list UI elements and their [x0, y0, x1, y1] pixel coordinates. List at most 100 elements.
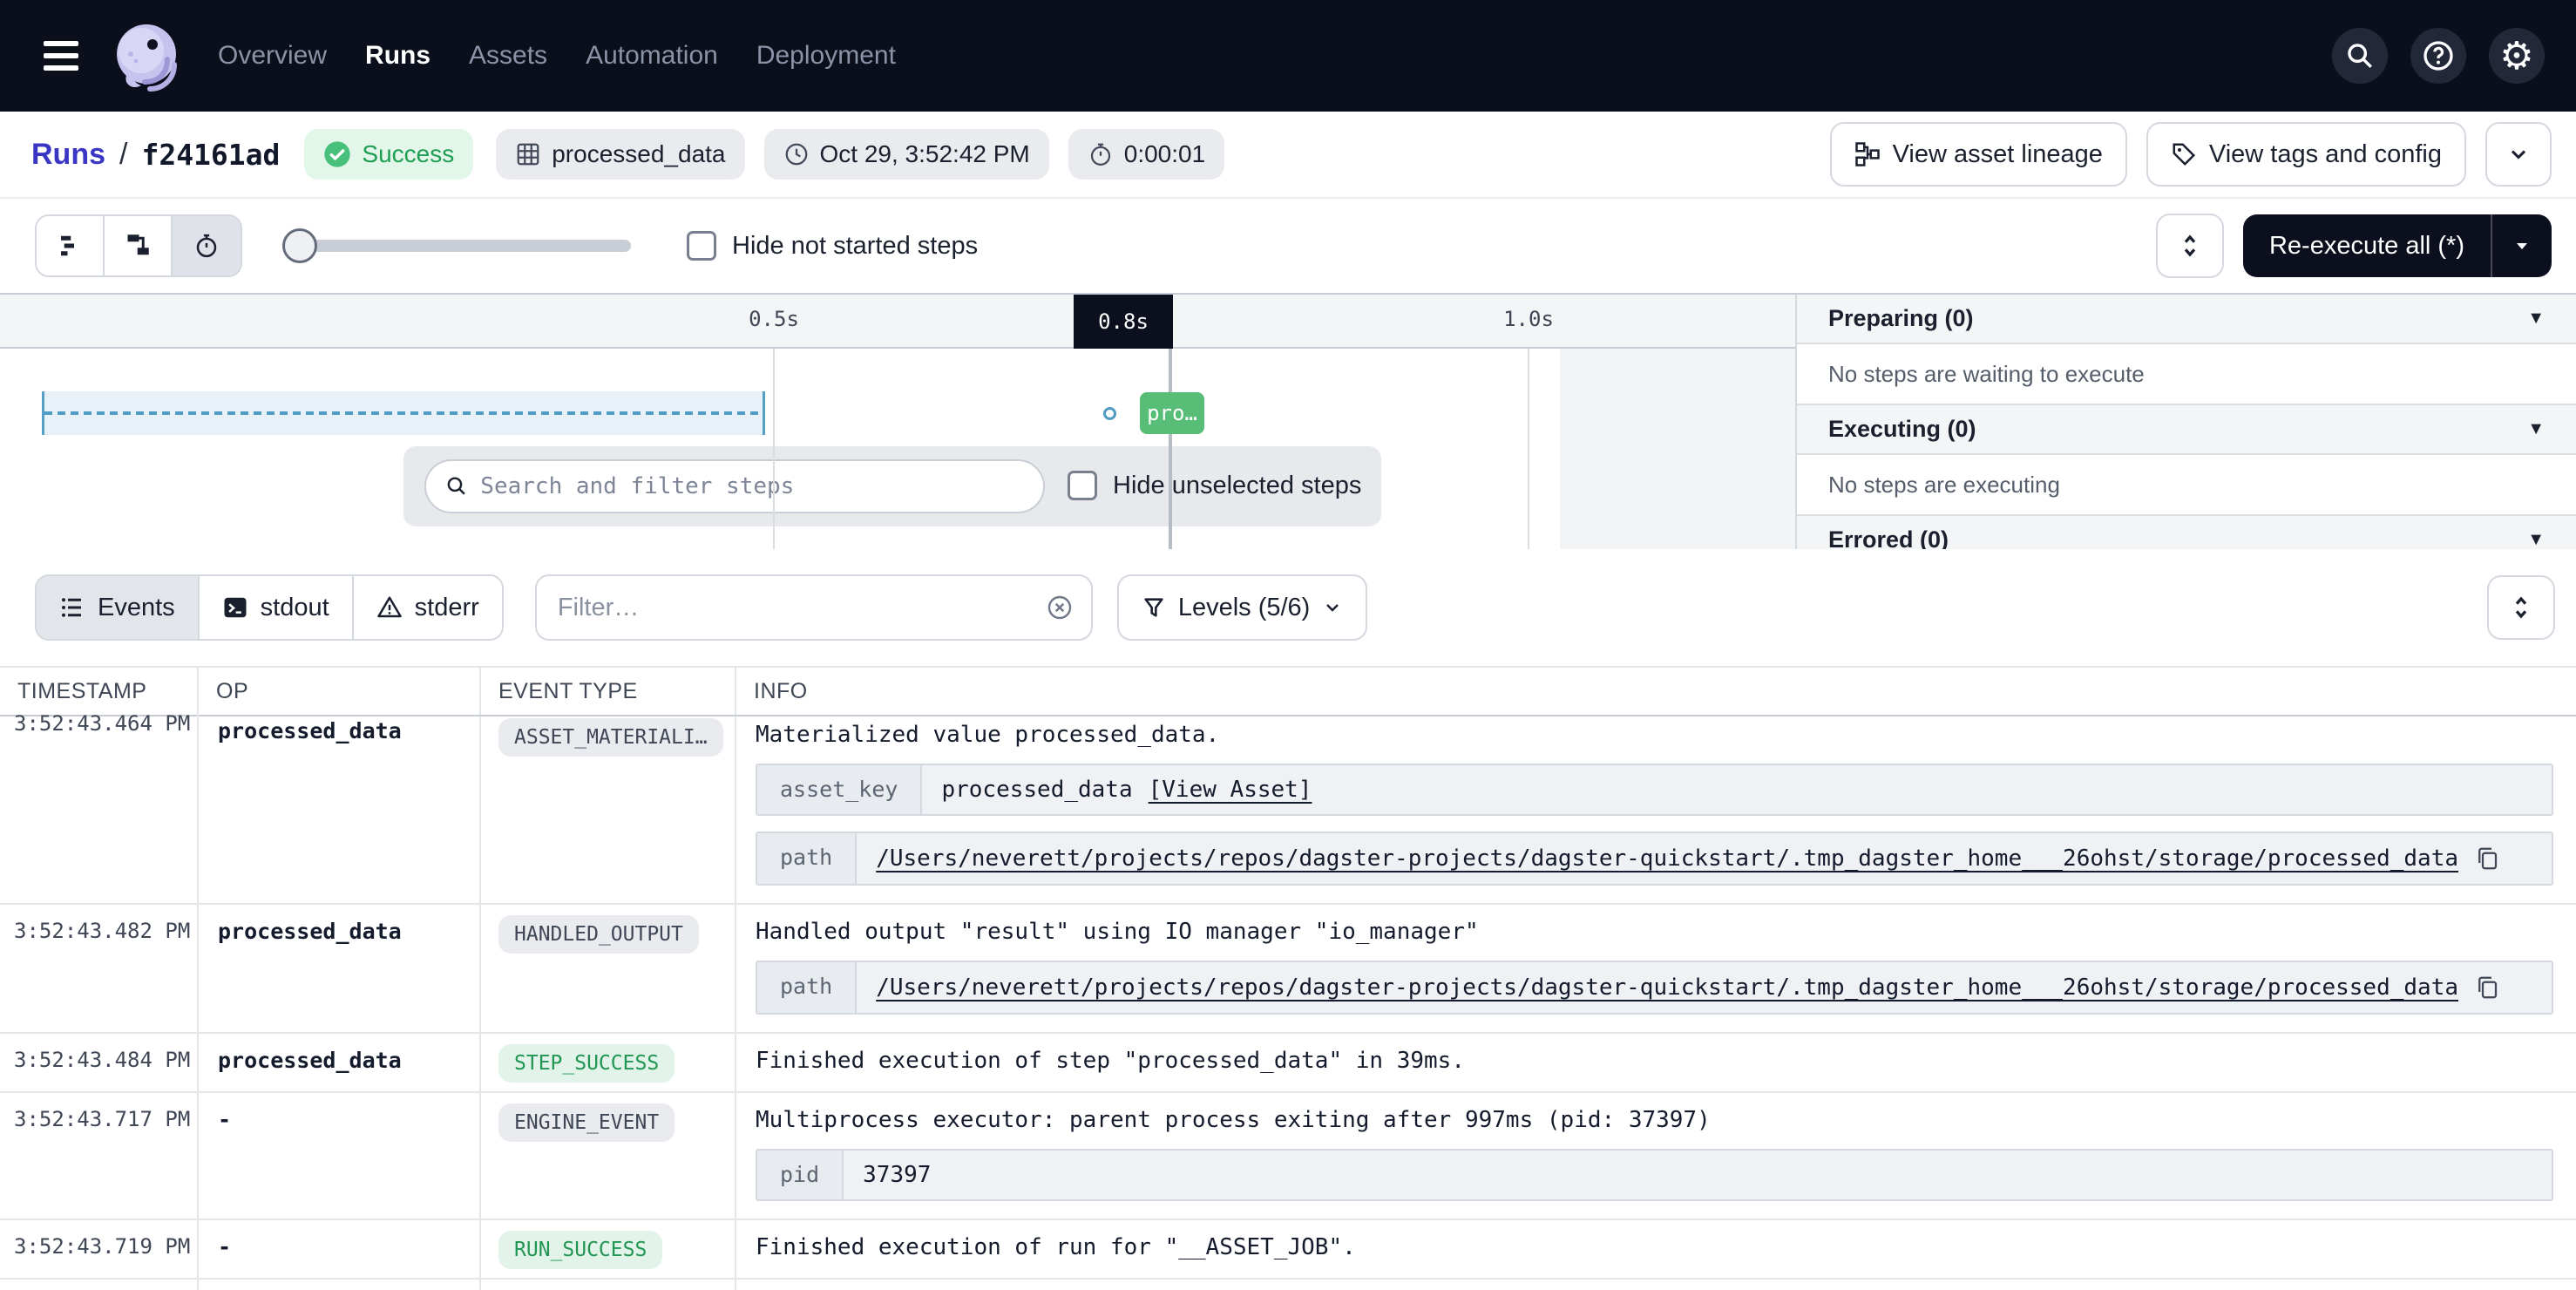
event-info-text: Handled output "result" using IO manager… — [756, 919, 2553, 945]
table-row[interactable]: 3:52:43.482 PM processed_data HANDLED_OU… — [0, 905, 2576, 1034]
search-icon[interactable] — [2332, 28, 2388, 84]
table-row[interactable]: 3:52:43.726 PM - ENGINE_EVENT Process fo… — [0, 1280, 2576, 1290]
hide-not-started-checkbox[interactable] — [687, 231, 716, 261]
path-link[interactable]: /Users/neverett/projects/repos/dagster-p… — [876, 845, 2458, 872]
nav-item-runs[interactable]: Runs — [365, 41, 430, 71]
metadata-value: 37397 — [863, 1162, 931, 1188]
event-type-badge: ASSET_MATERIALI… — [498, 718, 723, 757]
timed-view-button[interactable] — [173, 216, 241, 275]
copy-icon[interactable] — [2474, 845, 2500, 872]
slider-track[interactable] — [282, 240, 631, 252]
gantt-time-axis: 0.5s 1.0s 0.8s — [0, 295, 1795, 349]
gantt-toolbar: Hide not started steps Re-execute all (*… — [0, 199, 2576, 293]
event-timestamp: 3:52:43.482 PM — [0, 905, 199, 1032]
start-time-tag: Oct 29, 3:52:42 PM — [764, 129, 1049, 180]
table-row[interactable]: 3:52:43.717 PM - ENGINE_EVENT Multiproce… — [0, 1093, 2576, 1220]
tag-icon — [2171, 141, 2197, 167]
section-executing-header[interactable]: Executing (0) ▼ — [1797, 405, 2576, 455]
view-tags-config-label: View tags and config — [2209, 140, 2442, 169]
copy-icon[interactable] — [2474, 974, 2500, 1001]
waterfall-view-button[interactable] — [105, 216, 173, 275]
step-waiting-region — [42, 391, 765, 435]
dagster-logo-icon[interactable] — [110, 19, 183, 92]
event-op: - — [199, 1280, 481, 1290]
levels-dropdown-button[interactable]: Levels (5/6) — [1117, 574, 1368, 641]
col-op: OP — [199, 668, 481, 715]
col-info: INFO — [736, 668, 2576, 715]
section-title: Errored (0) — [1828, 526, 1949, 549]
top-nav: Overview Runs Assets Automation Deployme… — [0, 0, 2576, 112]
section-preparing-body: No steps are waiting to execute — [1797, 344, 2576, 405]
axis-tick: 0.5s — [749, 307, 799, 331]
tab-stdout[interactable]: stdout — [200, 576, 354, 639]
expand-panel-button[interactable] — [2156, 214, 2224, 278]
metadata-row-pid: pid 37397 — [756, 1149, 2553, 1201]
table-row[interactable]: 3:52:43.484 PM processed_data STEP_SUCCE… — [0, 1034, 2576, 1093]
tab-stderr[interactable]: stderr — [354, 576, 502, 639]
view-asset-lineage-button[interactable]: View asset lineage — [1830, 122, 2127, 187]
view-asset-link[interactable]: [View Asset] — [1149, 777, 1312, 803]
metadata-key: asset_key — [757, 765, 922, 814]
path-link[interactable]: /Users/neverett/projects/repos/dagster-p… — [876, 974, 2458, 1001]
breadcrumb-runs-link[interactable]: Runs — [31, 138, 105, 172]
stopwatch-icon — [1088, 141, 1114, 167]
event-op: processed_data — [199, 905, 481, 1032]
reexecute-dropdown-button[interactable] — [2491, 214, 2552, 277]
duration-tag: 0:00:01 — [1068, 129, 1224, 180]
event-op: processed_data — [199, 1034, 481, 1091]
hide-not-started-label: Hide not started steps — [732, 232, 978, 261]
step-bar-processed-data[interactable]: pro… — [1140, 392, 1204, 434]
gridline-0-5s — [773, 349, 775, 549]
events-toolbar: Events stdout stderr Levels (5/6) — [0, 549, 2576, 666]
gantt-zoom-slider[interactable] — [282, 214, 631, 277]
asset-tag[interactable]: processed_data — [496, 129, 744, 180]
step-start-marker-icon — [1103, 407, 1116, 420]
nav-item-automation[interactable]: Automation — [586, 41, 718, 71]
hamburger-menu-icon[interactable] — [44, 41, 78, 71]
tab-stderr-label: stderr — [415, 594, 479, 622]
settings-gear-icon[interactable]: ⚙ — [2489, 28, 2545, 84]
col-event-type: EVENT TYPE — [481, 668, 736, 715]
hide-unselected-control: Hide unselected steps — [1068, 471, 1361, 500]
reexecute-all-button[interactable]: Re-execute all (*) — [2243, 214, 2491, 277]
view-asset-lineage-label: View asset lineage — [1893, 140, 2103, 169]
help-icon[interactable] — [2410, 28, 2466, 84]
gantt-chart[interactable]: 0.5s 1.0s 0.8s pro… Hide unselected — [0, 295, 1795, 549]
hide-unselected-checkbox[interactable] — [1068, 471, 1097, 500]
run-id: f24161ad — [141, 138, 280, 172]
section-title: Preparing (0) — [1828, 305, 1974, 332]
event-timestamp: 3:52:43.464 PM — [0, 711, 199, 903]
slider-handle[interactable] — [282, 228, 317, 263]
breadcrumb-separator: / — [119, 138, 127, 172]
table-row[interactable]: 3:52:43.719 PM - RUN_SUCCESS Finished ex… — [0, 1220, 2576, 1280]
expand-log-panel-button[interactable] — [2487, 575, 2555, 640]
tab-events[interactable]: Events — [37, 576, 200, 639]
step-status-panel: Preparing (0) ▼ No steps are waiting to … — [1795, 295, 2576, 549]
step-search-input[interactable] — [480, 473, 1024, 499]
events-list-icon — [59, 594, 85, 621]
metadata-key: path — [757, 962, 857, 1013]
metadata-row-path: path /Users/neverett/projects/repos/dags… — [756, 832, 2553, 886]
view-tags-config-button[interactable]: View tags and config — [2146, 122, 2466, 187]
clear-filter-icon[interactable] — [1046, 594, 1074, 621]
event-op: - — [199, 1093, 481, 1219]
nav-item-deployment[interactable]: Deployment — [756, 41, 896, 71]
start-time-label: Oct 29, 3:52:42 PM — [820, 140, 1030, 168]
nav-item-overview[interactable]: Overview — [218, 41, 327, 71]
event-timestamp: 3:52:43.484 PM — [0, 1034, 199, 1091]
section-preparing-header[interactable]: Preparing (0) ▼ — [1797, 295, 2576, 344]
section-errored-header[interactable]: Errored (0) ▼ — [1797, 516, 2576, 549]
nav-item-assets[interactable]: Assets — [469, 41, 547, 71]
event-timestamp: 3:52:43.726 PM — [0, 1280, 199, 1290]
table-row[interactable]: 3:52:43.464 PM processed_data ASSET_MATE… — [0, 716, 2576, 905]
gantt-search-panel: Hide unselected steps — [403, 446, 1381, 526]
step-search-field[interactable] — [424, 459, 1045, 513]
header-more-dropdown-button[interactable] — [2485, 122, 2552, 187]
log-filter-field[interactable] — [535, 574, 1093, 641]
metadata-value: processed_data — [941, 777, 1132, 803]
dagster-run-page: Overview Runs Assets Automation Deployme… — [0, 0, 2576, 1290]
flat-view-button[interactable] — [37, 216, 105, 275]
col-timestamp: TIMESTAMP — [0, 668, 199, 715]
log-filter-input[interactable] — [558, 594, 1046, 622]
event-info-text: Multiprocess executor: parent process ex… — [756, 1107, 2553, 1133]
